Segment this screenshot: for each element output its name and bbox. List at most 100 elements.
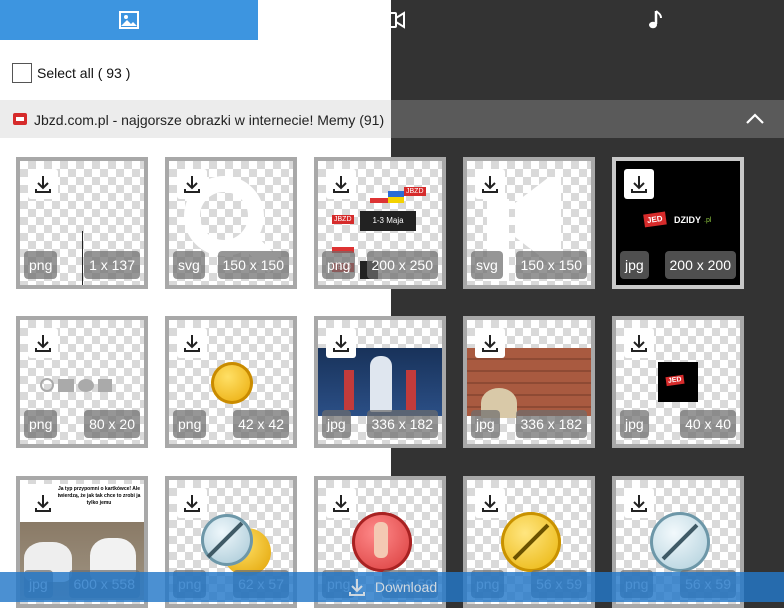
image-tile[interactable]: svg 150 x 150: [165, 157, 297, 289]
thin-line-thumbnail: [82, 231, 83, 285]
image-size-badge: 336 x 182: [515, 410, 587, 438]
tile-download-button[interactable]: [624, 169, 654, 199]
maja-sticker: 1-3 Maja: [360, 211, 416, 231]
collapse-group-button[interactable]: [740, 104, 770, 134]
group-title: Jbzd.com.pl - najgorsze obrazki w intern…: [34, 112, 385, 128]
spear-coins-thumbnail: [201, 508, 271, 578]
image-size-badge: 80 x 20: [84, 410, 140, 438]
tile-download-button[interactable]: [326, 328, 356, 358]
flag-icon: [98, 378, 112, 392]
image-size-badge: 150 x 150: [515, 251, 587, 279]
download-icon: [333, 335, 349, 352]
image-size-badge: 1 x 137: [84, 251, 140, 279]
stage-figure: [406, 370, 416, 410]
image-tile[interactable]: png 42 x 42: [165, 316, 297, 448]
tab-images[interactable]: [0, 0, 258, 40]
dzidy-logo: DZIDY: [674, 215, 701, 225]
select-all-checkbox[interactable]: [12, 63, 32, 83]
jbzd-sticker: JBZD: [332, 215, 354, 224]
file-type-badge: png: [322, 251, 356, 279]
download-icon: [184, 335, 200, 352]
file-type-badge: svg: [173, 251, 205, 279]
image-tile[interactable]: png 1 x 137: [16, 157, 148, 289]
tile-download-button[interactable]: [624, 328, 654, 358]
select-all[interactable]: Select all ( 93 ): [12, 61, 130, 85]
hand-gesture: [374, 522, 388, 558]
file-type-badge: png: [173, 410, 207, 438]
file-type-badge: jpg: [620, 410, 649, 438]
tile-download-button[interactable]: [326, 169, 356, 199]
download-icon: [482, 495, 498, 512]
image-icon: [58, 378, 74, 392]
image-size-badge: 40 x 40: [680, 410, 736, 438]
tile-download-button[interactable]: [475, 488, 505, 518]
stage-figure: [370, 356, 392, 412]
image-size-badge: 150 x 150: [217, 251, 289, 279]
tile-download-button[interactable]: [28, 488, 58, 518]
image-tile[interactable]: svg 150 x 150: [463, 157, 595, 289]
gold-coin-thumbnail: [211, 362, 253, 404]
file-type-badge: jpg: [471, 410, 500, 438]
photo-thumbnail-stage: [318, 348, 442, 416]
download-icon: [333, 176, 349, 193]
download-icon: [482, 335, 498, 352]
spear: [512, 523, 550, 561]
stage-figure: [344, 370, 354, 410]
image-tile[interactable]: png 80 x 20: [16, 316, 148, 448]
download-icon: [184, 495, 200, 512]
download-icon: [348, 579, 365, 596]
download-button-label: Download: [374, 579, 438, 595]
select-all-label: Select all ( 93 ): [37, 65, 131, 81]
jed-logo: JED: [643, 211, 667, 228]
red-button-thumbnail: [352, 512, 412, 572]
tab-videos[interactable]: [258, 0, 526, 40]
image-size-badge: 336 x 182: [366, 410, 438, 438]
image-tile[interactable]: jpg 336 x 182: [463, 316, 595, 448]
tile-download-button[interactable]: [177, 169, 207, 199]
power-icon: [40, 378, 54, 392]
jbzd-sticker: JBZD: [404, 187, 426, 196]
download-icon: [631, 335, 647, 352]
silver-spear-coin-thumbnail: [650, 512, 710, 572]
download-icon: [35, 495, 51, 512]
file-type-badge: jpg: [322, 410, 351, 438]
image-tile[interactable]: JED DZIDY .pl jpg 200 x 200: [612, 157, 744, 289]
download-icon: [482, 176, 498, 193]
file-type-badge: png: [24, 410, 58, 438]
jbzd-favicon-icon: [13, 113, 27, 125]
download-bar[interactable]: Download: [0, 572, 784, 602]
image-size-badge: 200 x 200: [664, 251, 736, 279]
download-icon: [35, 335, 51, 352]
file-type-badge: png: [24, 251, 58, 279]
tile-download-button[interactable]: [475, 328, 505, 358]
file-type-badge: jpg: [620, 251, 649, 279]
download-icon: [631, 176, 647, 193]
tile-download-button[interactable]: [624, 488, 654, 518]
flag-sticker: [370, 193, 388, 203]
tile-download-button[interactable]: [326, 488, 356, 518]
chevron-up-icon: [746, 113, 764, 124]
image-size-badge: 200 x 250: [366, 251, 438, 279]
photo-thumbnail-brick: [467, 348, 591, 418]
download-icon: [631, 495, 647, 512]
tab-audio[interactable]: [526, 0, 784, 40]
tile-download-button[interactable]: [177, 488, 207, 518]
image-tile[interactable]: JED jpg 40 x 40: [612, 316, 744, 448]
flag-sticker-ua: [388, 191, 404, 203]
tile-download-button[interactable]: [28, 328, 58, 358]
image-tile[interactable]: jpg 336 x 182: [314, 316, 446, 448]
image-tile[interactable]: JBZDJBZD1-3 MajaJBZDpng200 x 250: [314, 157, 446, 289]
video-camera-icon: [379, 11, 405, 29]
tile-download-button[interactable]: [475, 169, 505, 199]
media-tabs: [0, 0, 784, 40]
image-size-badge: 42 x 42: [233, 410, 289, 438]
download-icon: [184, 176, 200, 193]
toolbar-icons-thumbnail: [40, 376, 124, 394]
tile-download-button[interactable]: [177, 328, 207, 358]
tile-download-button[interactable]: [28, 169, 58, 199]
jed-logo: JED: [665, 374, 685, 387]
image-icon: [119, 11, 139, 29]
download-icon: [333, 495, 349, 512]
file-type-badge: svg: [471, 251, 503, 279]
download-icon: [35, 176, 51, 193]
